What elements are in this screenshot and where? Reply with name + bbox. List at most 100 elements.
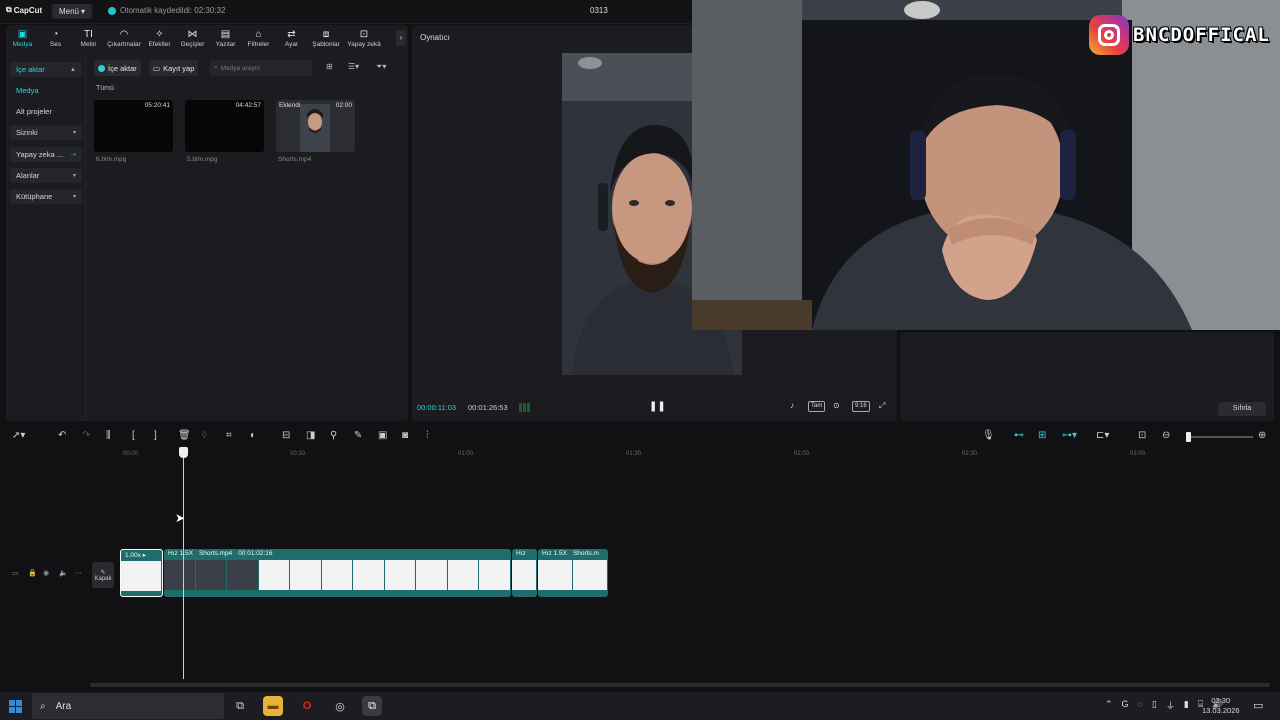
tab-media[interactable]: ▣ Medya [6,25,39,52]
tab-stickers[interactable]: ◠ Çıkartmalar [105,25,143,52]
file-explorer-icon[interactable]: ▬ [263,696,283,716]
microphone-icon[interactable]: 🎙 [982,430,995,441]
more-icon[interactable]: ⋯ [75,569,82,577]
tab-templates[interactable]: ⧈ Şablonlar [308,25,344,52]
nav-library[interactable]: Kütüphane ▾ [10,189,82,204]
nav-import[interactable]: İçe aktar ▲ [10,62,82,77]
split-icon[interactable]: ⫼ [106,430,111,441]
playhead-handle[interactable] [179,447,188,458]
subtitle-icon[interactable]: ⊡ [1138,430,1146,441]
task-view-icon[interactable]: ⧉ [230,696,250,716]
chevron-up-icon[interactable]: ⌃ [1105,699,1113,712]
microphone-icon[interactable]: ▮ [1184,699,1189,712]
cutout-icon[interactable]: ⚲ [330,430,337,441]
tab-adjust[interactable]: ⇄ Ayar [275,25,308,52]
timeline-clip[interactable]: Hız [512,549,537,597]
nav-spaces[interactable]: Alanlar ▾ [10,168,82,183]
aspect-ratio-button[interactable]: 9:16 [852,401,870,412]
snapshot-icon[interactable]: ⊙ [833,401,840,410]
timeline-clip[interactable]: Hız 1.5X Shorts.mp4 00:01:02:16 [164,549,511,597]
autosave-check-icon [108,6,116,15]
fullscreen-icon[interactable]: ⤢ [879,401,885,411]
windows-start-icon[interactable] [9,700,22,713]
tabs-more-button[interactable]: › [396,30,406,46]
magic-icon[interactable]: ✎ [354,430,362,441]
trim-left-icon[interactable]: [ [132,430,135,441]
volume-icon[interactable]: 🔈 [59,569,68,577]
grid-view-icon[interactable]: ⊞ [326,62,333,71]
nav-media[interactable]: Medya [10,83,82,98]
eye-icon[interactable]: ◉ [43,569,49,577]
timeline-clip[interactable]: Hız 1.5X Shorts.m [538,549,608,597]
media-clip-6blm[interactable]: 05:20:41 [94,100,173,152]
full-quality-button[interactable]: Tam [808,401,826,412]
redo-icon[interactable]: ↷ [82,430,90,441]
tab-effects[interactable]: ✧ Efektler [143,25,176,52]
timeline-scrollbar[interactable] [90,683,1270,687]
timeline-ruler[interactable]: 00:00 00:30 01:00 01:30 02:00 02:30 03:0… [88,449,1280,461]
reset-button[interactable]: Sıfırla [1218,402,1266,416]
autosave-text: Otomatik kaydedildi: 02:30:32 [120,6,226,15]
tab-captions[interactable]: ▤ Yazılar [209,25,242,52]
lock-icon[interactable]: 🔒 [28,569,37,577]
pause-button[interactable]: ❚❚ [649,401,666,412]
nav-yours[interactable]: Sizinki ▾ [10,125,82,140]
timeline-clip[interactable]: 1.00x ▸ [120,549,163,597]
preview-axis-icon[interactable]: ⊶▾ [1062,430,1077,441]
mark-icon[interactable]: ◊ [202,430,207,441]
zoom-in-icon[interactable]: ⊕ [1258,430,1266,441]
trim-right-icon[interactable]: ] [154,430,157,441]
track-cover-icon[interactable]: ▭ [12,569,19,577]
speed-icon[interactable]: ◐ [250,430,256,441]
filter-icon[interactable]: ⏷▾ [376,62,386,72]
delete-icon[interactable]: 🗑 [178,430,191,441]
taskbar-clock[interactable]: 02:30 13.03.2026 [1202,696,1240,716]
camera-icon[interactable]: ◙ [402,430,408,441]
tab-ai[interactable]: ⊡ Yapay zekâ [344,25,384,52]
chevron-down-icon: ▾ [72,173,76,179]
media-search-input[interactable]: ⌕ Medya arayın [210,60,312,76]
zoom-slider[interactable] [1189,436,1253,438]
taskbar-search-label: Ara [55,700,72,712]
obs-icon[interactable]: ◎ [330,696,350,716]
windows-taskbar: ⌕ Ara ⧉ ▬ O ◎ ⧉ ⌃ G ◌ ▯ ⏚ ▮ ⌸ 🔊 02:30 13… [0,692,1280,720]
link-icon[interactable]: ⊞ [1038,430,1046,441]
tab-text[interactable]: TI Metin [72,25,105,52]
nav-ai[interactable]: Yapay zeka ... ⇢ [10,147,82,162]
cloud-icon[interactable]: ◌ [1138,699,1143,712]
capcut-taskbar-icon[interactable]: ⧉ [362,696,382,716]
media-clip-5blm[interactable]: 04:42:57 [185,100,264,152]
align-icon[interactable]: ⊏▾ [1096,430,1109,441]
tab-transitions[interactable]: ⋈ Geçişler [176,25,209,52]
tool-tabs: ▣ Medya ◔ Ses TI Metin ◠ Çıkartmalar ✧ Efektl… [6,25,408,52]
cover-button[interactable]: ✎ Kapak [92,562,114,588]
undo-icon[interactable]: ↶ [58,430,66,441]
hd-icon[interactable]: ▣ [378,430,387,441]
magnet-icon[interactable]: ⊷ [1014,430,1024,441]
audio-meter [519,403,533,412]
media-clip-shorts[interactable]: Eklendi 02:00 [276,100,355,152]
tab-audio[interactable]: ◔ Ses [39,25,72,52]
clip-duration: 05:20:41 [144,102,170,109]
record-button[interactable]: ▭ Kayıt yap [149,60,199,76]
crop-icon[interactable]: ⌗ [226,430,232,441]
freeze-icon[interactable]: ⊟ [282,430,290,441]
zoom-slider-handle[interactable] [1186,432,1191,442]
import-button[interactable]: İçe aktar [94,60,141,76]
zoom-out-icon[interactable]: ⊖ [1162,430,1170,441]
sort-icon[interactable]: ☰▾ [348,62,359,71]
usb-icon[interactable]: ⏚ [1166,699,1175,712]
tab-filters[interactable]: ⌂ Filtreler [242,25,275,52]
copilot-icon[interactable]: G [1122,699,1129,712]
opera-icon[interactable]: O [297,696,317,716]
notification-icon[interactable]: ▭ [1253,699,1263,712]
tiktok-icon[interactable]: ♪ [790,401,794,410]
nav-label: İçe aktar [16,65,45,74]
nav-subprojects[interactable]: Alt projeler [10,104,82,119]
menu-button[interactable]: Menü ▾ [52,4,92,19]
mirror-icon[interactable]: ◨ [306,430,315,441]
select-tool-icon[interactable]: ➚▾ [12,430,25,441]
battery-icon[interactable]: ▯ [1152,699,1157,712]
audio-split-icon[interactable]: ⫶ [426,430,429,441]
taskbar-search[interactable]: ⌕ Ara [32,693,224,719]
